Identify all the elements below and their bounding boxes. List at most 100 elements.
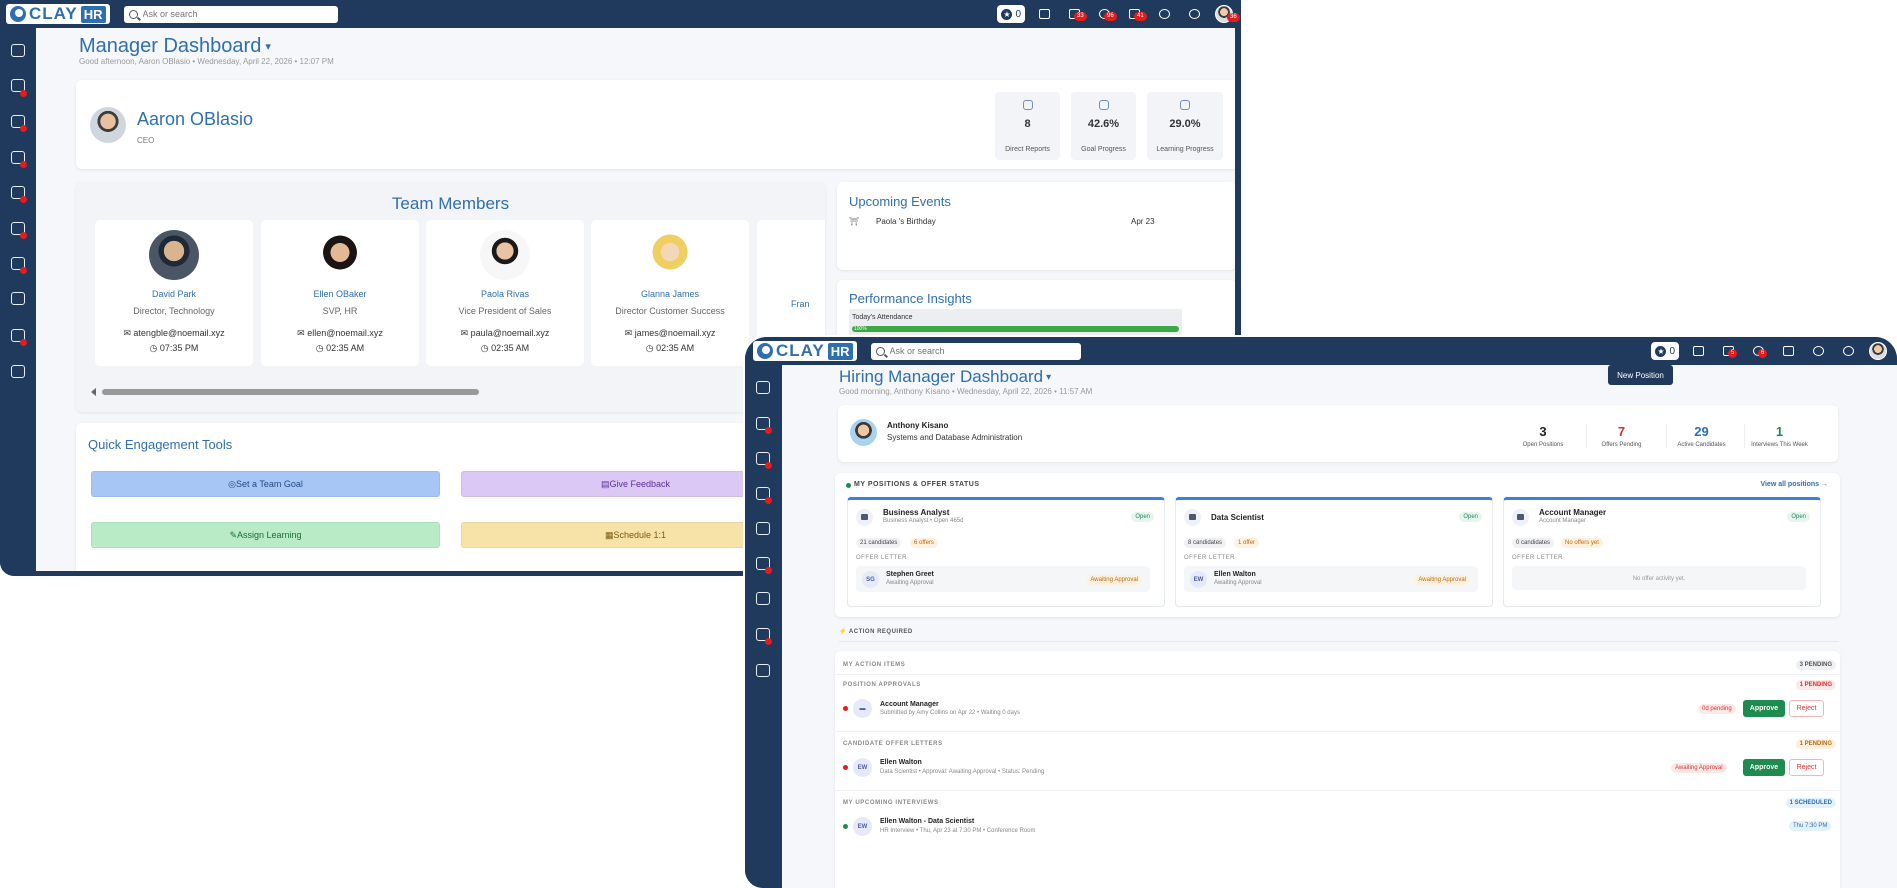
member-email[interactable]: ✉ paula@noemail.xyz xyxy=(426,328,584,339)
search-input[interactable] xyxy=(142,9,323,19)
book-icon xyxy=(1180,100,1190,110)
search-box[interactable] xyxy=(123,5,338,23)
position-card[interactable]: Business Analyst Business Analyst • Open… xyxy=(847,497,1165,607)
people-icon[interactable] xyxy=(756,381,770,394)
reports-icon[interactable] xyxy=(11,292,25,305)
settings-button[interactable] xyxy=(1833,337,1863,365)
clipboard-icon[interactable] xyxy=(11,365,25,378)
points-pill[interactable]: ★ 0 xyxy=(1651,342,1679,360)
member-name[interactable]: Paola Rivas xyxy=(426,289,584,299)
team-member-card[interactable]: David Park Director, Technology ✉ atengb… xyxy=(95,220,253,366)
event-name[interactable]: Paola 's Birthday xyxy=(876,217,936,226)
top-bar: CLAY HR ★0 33 96 41 36 xyxy=(0,0,1241,28)
member-name[interactable]: Glanna James xyxy=(591,289,749,299)
interview-name[interactable]: Ellen Walton - Data Scientist xyxy=(880,818,974,825)
reject-button[interactable]: Reject xyxy=(1789,759,1824,776)
stat-label: Interviews This Week xyxy=(1751,442,1808,448)
position-card[interactable]: Data Scientist Open 8 candidates 1 offer… xyxy=(1175,497,1493,607)
briefcase-icon xyxy=(1512,509,1529,526)
messages-button[interactable] xyxy=(1773,337,1803,365)
user-menu[interactable]: 36 xyxy=(1209,5,1241,23)
points-pill[interactable]: ★ 0 xyxy=(997,5,1025,23)
offers-chip: 6 offers xyxy=(910,538,938,548)
alert-dot xyxy=(20,267,27,274)
assign-learning-button[interactable]: ✎ Assign Learning xyxy=(91,522,440,548)
stat-label: Active Candidates xyxy=(1677,442,1726,448)
alert-dot xyxy=(20,125,27,132)
clayhr-logo[interactable]: CLAY HR xyxy=(753,341,857,361)
candidates-chip: 21 candidates xyxy=(856,538,902,548)
clayhr-logo[interactable]: CLAY HR xyxy=(6,4,110,24)
candidate-status: Awaiting Approval xyxy=(1214,580,1262,586)
member-name[interactable]: Ellen OBaker xyxy=(261,289,419,299)
attendance-label: Today's Attendance xyxy=(852,314,913,321)
new-position-button[interactable]: New Position xyxy=(1608,365,1673,385)
kpi-direct-reports[interactable]: 8 Direct Reports xyxy=(995,92,1060,160)
settings-button[interactable] xyxy=(1179,0,1209,28)
team-member-card[interactable]: Paola Rivas Vice President of Sales ✉ pa… xyxy=(426,220,584,366)
search-input[interactable] xyxy=(889,346,1070,356)
stat-offers-pending[interactable]: 7 Offers Pending xyxy=(1586,424,1656,448)
horizontal-scrollbar[interactable] xyxy=(102,389,479,395)
updates-button[interactable]: 5 xyxy=(1713,337,1743,365)
sidebar xyxy=(745,365,782,888)
member-time: ◷ 07:35 PM xyxy=(95,343,253,354)
stat-open-positions[interactable]: 3 Open Positions xyxy=(1508,424,1578,448)
member-time-text: 02:35 AM xyxy=(491,343,530,353)
inbox-button[interactable] xyxy=(1683,337,1713,365)
reject-button[interactable]: Reject xyxy=(1789,700,1824,717)
stat-active-candidates[interactable]: 29 Active Candidates xyxy=(1666,424,1736,448)
position-name: Account Manager xyxy=(1539,508,1607,517)
help-button[interactable] xyxy=(1803,337,1833,365)
set-team-goal-button[interactable]: ◎ Set a Team Goal xyxy=(91,471,440,497)
positions-row: Business Analyst Business Analyst • Open… xyxy=(835,487,1840,607)
avatar[interactable] xyxy=(1869,342,1887,360)
messages-button[interactable]: 41 xyxy=(1119,0,1149,28)
stat-interviews-week[interactable]: 1 Interviews This Week xyxy=(1744,424,1814,448)
candidate-status: Awaiting Approval xyxy=(886,580,934,586)
member-title: SVP, HR xyxy=(322,306,358,316)
chevron-down-icon: ▾ xyxy=(265,41,271,53)
updates-button[interactable]: 33 xyxy=(1059,0,1089,28)
approve-button[interactable]: Approve xyxy=(1743,759,1785,776)
kpi-goal-progress[interactable]: 42.6% Goal Progress xyxy=(1071,92,1136,160)
interview-time-badge: Thu 7:30 PM xyxy=(1789,821,1832,831)
notifications-button[interactable]: 96 xyxy=(1089,0,1119,28)
approval-name[interactable]: Account Manager xyxy=(880,701,939,708)
avatar xyxy=(90,107,126,143)
search-icon xyxy=(128,9,138,19)
inbox-button[interactable] xyxy=(1029,0,1059,28)
action-items-card: MY ACTION ITEMS 3 PENDING POSITION APPRO… xyxy=(835,651,1840,888)
member-name[interactable]: David Park xyxy=(95,289,253,299)
scroll-left-icon[interactable] xyxy=(91,388,96,396)
approve-button[interactable]: Approve xyxy=(1743,700,1785,717)
help-button[interactable] xyxy=(1149,0,1179,28)
documents-icon[interactable] xyxy=(756,522,770,535)
member-email[interactable]: ✉ atengble@noemail.xyz xyxy=(95,328,253,339)
clipboard-icon[interactable] xyxy=(756,664,770,677)
inbox-icon xyxy=(1038,9,1050,19)
mail-icon xyxy=(1782,346,1794,356)
page-title[interactable]: Manager Dashboard ▾ xyxy=(79,35,271,58)
briefcase-icon xyxy=(856,509,873,526)
kpi-learning-progress[interactable]: 29.0% Learning Progress xyxy=(1147,92,1223,160)
offer-letter-row[interactable]: SG Stephen Greet Awaiting Approval Await… xyxy=(856,566,1150,592)
offer-letter-row[interactable]: EW Ellen Walton Awaiting Approval Awaiti… xyxy=(1184,566,1478,592)
member-email[interactable]: ✉ ellen@noemail.xyz xyxy=(261,328,419,339)
avatar-badge: 36 xyxy=(1227,13,1240,22)
bookmark-icon[interactable] xyxy=(11,44,25,57)
member-email[interactable]: ✉ james@noemail.xyz xyxy=(591,328,749,339)
page-title[interactable]: Hiring Manager Dashboard ▾ xyxy=(839,367,1051,387)
help-icon xyxy=(1158,9,1170,19)
search-box[interactable] xyxy=(870,342,1081,360)
offer-candidate-name[interactable]: Ellen Walton xyxy=(880,759,922,766)
team-member-card[interactable]: Ellen OBaker SVP, HR ✉ ellen@noemail.xyz… xyxy=(261,220,419,366)
search-icon xyxy=(875,346,885,356)
position-card[interactable]: Account Manager Account Manager Open 0 c… xyxy=(1503,497,1821,607)
reports-icon[interactable] xyxy=(756,592,770,605)
team-member-card[interactable]: Glanna James Director Customer Success ✉… xyxy=(591,220,749,366)
top-bar: CLAY HR ★0 5 6 xyxy=(745,337,1897,365)
member-name[interactable]: Fran xyxy=(757,299,825,309)
notifications-button[interactable]: 6 xyxy=(1743,337,1773,365)
logo-mark-icon xyxy=(10,6,26,22)
